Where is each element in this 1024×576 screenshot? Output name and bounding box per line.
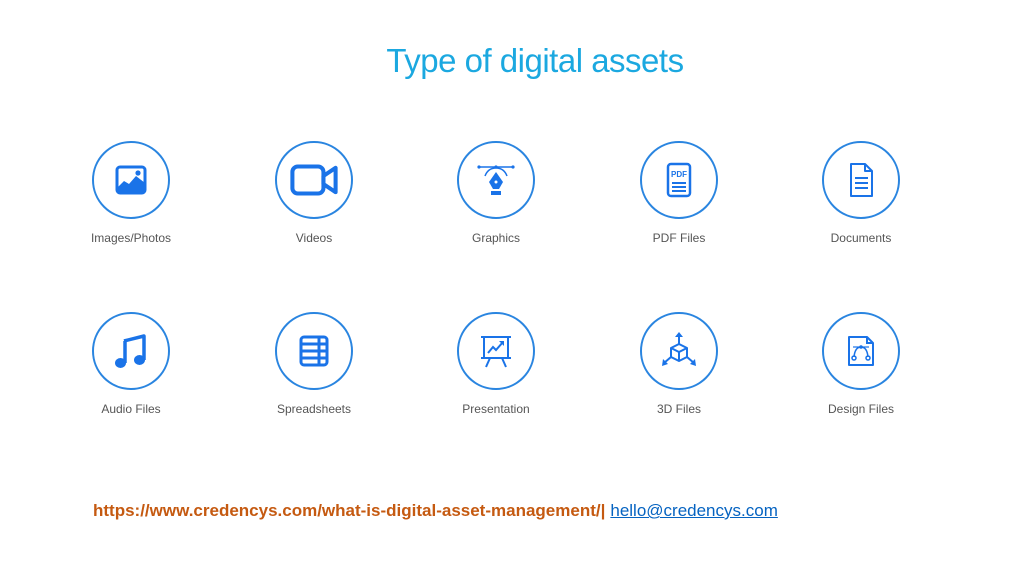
asset-item-documents: Documents <box>781 141 941 245</box>
asset-item-design: Design Files <box>781 312 941 416</box>
asset-label: PDF Files <box>652 231 706 245</box>
asset-types-grid: Images/Photos Videos Graphics PDF PDF Fi… <box>0 0 1024 576</box>
video-camera-icon <box>290 164 338 196</box>
source-url-link[interactable]: https://www.credencys.com/what-is-digita… <box>93 501 601 520</box>
asset-circle <box>275 141 353 219</box>
3d-cube-icon <box>662 332 696 366</box>
image-icon <box>115 165 147 195</box>
asset-circle <box>92 141 170 219</box>
asset-label: Documents <box>830 231 892 245</box>
asset-item-graphics: Graphics <box>416 141 576 245</box>
asset-circle <box>457 312 535 390</box>
footer: https://www.credencys.com/what-is-digita… <box>93 501 778 521</box>
asset-circle <box>457 141 535 219</box>
pdf-file-icon: PDF <box>666 162 692 198</box>
asset-item-images: Images/Photos <box>51 141 211 245</box>
asset-circle <box>92 312 170 390</box>
asset-circle: PDF <box>640 141 718 219</box>
asset-circle <box>640 312 718 390</box>
footer-separator: | <box>600 501 606 520</box>
asset-item-pdf: PDF PDF Files <box>599 141 759 245</box>
asset-label: Images/Photos <box>90 231 172 245</box>
asset-item-videos: Videos <box>234 141 394 245</box>
music-note-icon <box>115 334 146 368</box>
asset-circle <box>275 312 353 390</box>
asset-item-3d: 3D Files <box>599 312 759 416</box>
email-link[interactable]: hello@credencys.com <box>610 501 778 520</box>
document-icon <box>850 163 873 197</box>
design-file-icon <box>848 336 874 366</box>
asset-label: Audio Files <box>101 402 161 416</box>
presentation-board-icon <box>481 336 511 368</box>
table-grid-icon <box>299 335 329 367</box>
asset-circle <box>822 312 900 390</box>
asset-label: Spreadsheets <box>276 402 352 416</box>
asset-circle <box>822 141 900 219</box>
pen-tool-icon <box>477 165 515 195</box>
asset-label: Presentation <box>462 402 530 416</box>
asset-label: Videos <box>295 231 333 245</box>
pdf-icon-text: PDF <box>671 170 687 179</box>
asset-item-spreadsheets: Spreadsheets <box>234 312 394 416</box>
asset-label: Graphics <box>471 231 521 245</box>
asset-label: 3D Files <box>656 402 701 416</box>
asset-label: Design Files <box>827 402 895 416</box>
asset-item-audio: Audio Files <box>51 312 211 416</box>
asset-item-presentation: Presentation <box>416 312 576 416</box>
